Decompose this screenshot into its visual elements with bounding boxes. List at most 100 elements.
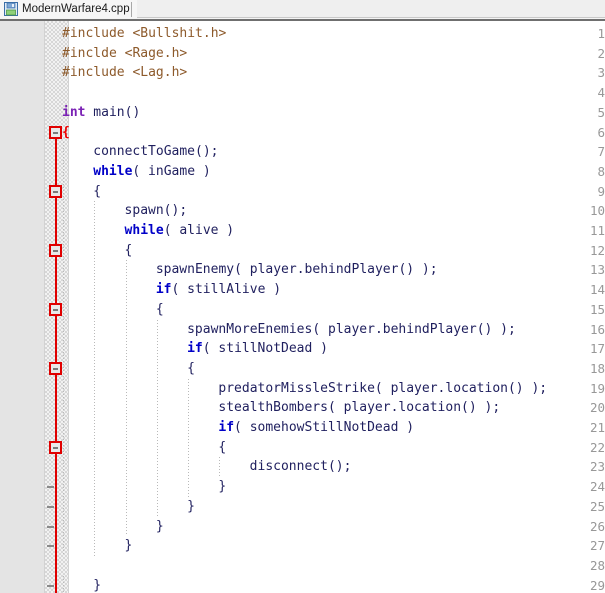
code-line[interactable]: }	[187, 497, 195, 517]
code-line[interactable]: while( inGame )	[93, 162, 210, 182]
code-token: connectToGame();	[93, 144, 219, 160]
fold-toggle-collapse-icon[interactable]	[49, 361, 62, 375]
code-token: }	[155, 518, 164, 534]
line-number-gutter[interactable]	[0, 21, 44, 593]
line-number: 1	[597, 26, 605, 41]
code-line[interactable]: }	[93, 576, 101, 593]
code-line[interactable]: {	[93, 182, 101, 202]
code-token: disconnect();	[249, 459, 352, 475]
code-line[interactable]: spawn();	[125, 201, 188, 221]
code-token: int	[62, 104, 86, 120]
line-number: 13	[589, 262, 605, 278]
line-number: 29	[589, 577, 605, 593]
code-line[interactable]: {	[187, 359, 195, 379]
line-number: 16	[589, 321, 605, 337]
line-number: 10	[589, 203, 605, 219]
line-number: 25	[589, 498, 605, 514]
line-number: 12	[589, 242, 605, 258]
code-line[interactable]: disconnect();	[250, 457, 352, 477]
line-number: 18	[589, 360, 605, 376]
indent-guide	[156, 319, 158, 517]
line-number: 27	[589, 538, 605, 554]
code-line[interactable]: #include <Bullshit.h>	[62, 24, 226, 44]
line-number: 24	[589, 479, 605, 495]
code-line[interactable]: {	[156, 300, 164, 320]
code-token: {	[93, 183, 102, 199]
code-token: predatorMissleStrike( player.location() …	[218, 380, 548, 396]
fold-level-tick	[47, 505, 54, 508]
save-floppy-icon	[4, 2, 18, 16]
code-token: ( somehowStillNotDead )	[234, 420, 415, 435]
code-line[interactable]: predatorMissleStrike( player.location() …	[218, 379, 547, 399]
code-line[interactable]: #include <Lag.h>	[62, 63, 187, 83]
code-token: {	[218, 439, 227, 455]
code-line[interactable]: connectToGame();	[93, 142, 218, 162]
fold-toggle-collapse-icon[interactable]	[49, 440, 62, 454]
fold-toggle-collapse-icon[interactable]	[49, 125, 62, 139]
indent-guide	[94, 201, 96, 556]
line-number: 28	[589, 557, 605, 573]
code-token: ( stillAlive )	[171, 282, 282, 298]
line-number: 2	[597, 45, 605, 61]
code-line[interactable]: spawnMoreEnemies( player.behindPlayer() …	[187, 320, 516, 340]
tab-modernwarfare4-cpp[interactable]: ModernWarfare4.cpp	[0, 0, 137, 18]
code-token: if	[155, 282, 172, 298]
code-line[interactable]: }	[156, 517, 164, 537]
code-line[interactable]: spawnEnemy( player.behindPlayer() );	[156, 260, 438, 280]
code-token: main()	[85, 104, 141, 120]
indent-guide	[219, 457, 221, 478]
line-number: 26	[589, 518, 605, 534]
code-token: ( inGame )	[132, 163, 211, 179]
code-line[interactable]: int main()	[62, 103, 140, 123]
tab-bar: ModernWarfare4.cpp	[0, 0, 605, 18]
fold-level-tick	[47, 545, 54, 548]
code-line[interactable]: }	[125, 536, 133, 556]
code-token: {	[124, 242, 133, 258]
code-token: spawnMoreEnemies( player.behindPlayer() …	[187, 321, 516, 337]
code-token: {	[187, 360, 195, 376]
code-editor[interactable]: 1 2 3 4 5 6 7 8 9 10 11 12 13 14 15 16 17 18 19 20 21 22 23 24 2…	[0, 21, 605, 593]
code-token: }	[93, 577, 102, 593]
line-number: 19	[589, 380, 605, 396]
tab-label: ModernWarfare4.cpp	[22, 3, 130, 15]
fold-level-tick	[47, 584, 54, 587]
code-line[interactable]: #inclde <Rage.h>	[62, 44, 187, 64]
line-number: 21	[589, 420, 605, 435]
fold-level-tick	[47, 486, 54, 489]
code-line[interactable]: if( stillAlive )	[156, 280, 281, 300]
code-token: if	[218, 420, 235, 435]
code-token: if	[187, 341, 203, 357]
fold-toggle-collapse-icon[interactable]	[49, 184, 62, 198]
code-line[interactable]: }	[218, 477, 226, 497]
code-token: #inclde <Rage.h>	[62, 45, 188, 61]
code-token: while	[93, 163, 133, 179]
indent-guide	[63, 142, 64, 556]
line-number: 6	[597, 124, 605, 140]
code-line[interactable]: {	[218, 438, 226, 458]
line-number: 9	[597, 183, 605, 199]
code-line[interactable]: while( alive )	[125, 221, 235, 241]
line-number: 20	[589, 400, 605, 416]
line-number: 14	[589, 282, 605, 298]
code-token: {	[155, 301, 164, 317]
line-number: 17	[589, 341, 605, 357]
code-line[interactable]: if( stillNotDead )	[187, 339, 328, 359]
line-number: 5	[597, 104, 605, 120]
code-token: spawnEnemy( player.behindPlayer() );	[155, 262, 438, 278]
line-number: 15	[589, 301, 605, 317]
fold-level-tick	[47, 525, 54, 528]
fold-toggle-collapse-icon[interactable]	[49, 243, 62, 257]
fold-toggle-collapse-icon[interactable]	[49, 302, 62, 316]
code-line[interactable]: if( somehowStillNotDead )	[218, 418, 414, 438]
code-line[interactable]: stealthBombers( player.location() );	[218, 398, 500, 418]
tab-divider	[131, 2, 132, 17]
code-token: }	[124, 538, 133, 554]
line-number: 4	[597, 85, 605, 101]
code-line[interactable]: {	[62, 123, 70, 143]
code-token: }	[218, 479, 227, 495]
code-token: ( alive )	[163, 223, 235, 238]
code-line[interactable]: {	[125, 241, 133, 261]
code-token: ( stillNotDead )	[202, 341, 328, 357]
line-number: 3	[597, 65, 605, 81]
code-token: }	[187, 498, 195, 514]
